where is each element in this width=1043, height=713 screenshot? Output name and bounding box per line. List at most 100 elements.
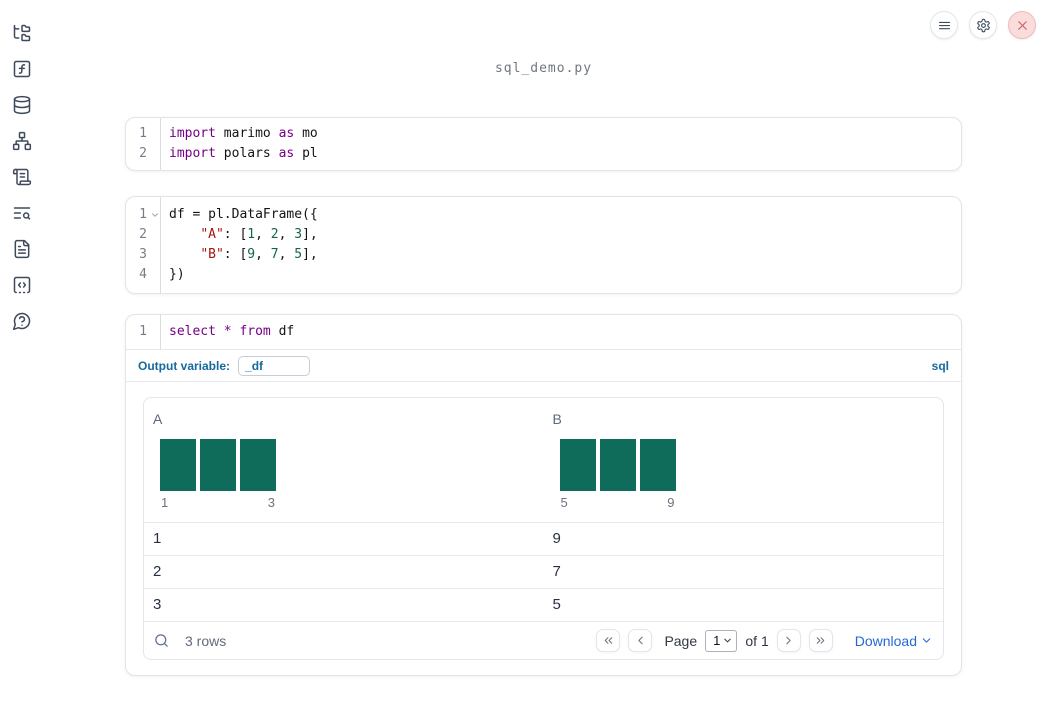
table-cell: 9 xyxy=(552,530,561,547)
output-variable-label: Output variable: xyxy=(138,358,231,373)
line-number: 1 xyxy=(139,126,147,141)
line-number: 3 xyxy=(139,247,147,262)
page-select-value: 1 xyxy=(713,633,721,648)
text-search-icon xyxy=(12,203,32,223)
dependency-graph-button[interactable] xyxy=(12,131,32,151)
help-chat-icon xyxy=(12,311,32,331)
logs-button[interactable] xyxy=(12,167,32,187)
notebook-main: sql_demo.py 12 import marimo as mo import… xyxy=(44,0,1043,701)
line-number: 2 xyxy=(139,146,147,161)
code-content[interactable]: select * from df xyxy=(161,315,961,349)
chevrons-left-icon xyxy=(602,634,615,647)
table-body: 192735 xyxy=(144,522,943,621)
chevron-left-icon xyxy=(634,634,647,647)
first-page-button[interactable] xyxy=(596,629,621,652)
column-histogram xyxy=(160,439,544,491)
previous-page-button[interactable] xyxy=(628,629,653,652)
last-page-button[interactable] xyxy=(808,629,833,652)
table-header: A 1 3 B 5 9 xyxy=(144,398,943,522)
code-content[interactable]: import marimo as mo import polars as pl xyxy=(161,118,961,170)
variables-button[interactable] xyxy=(12,59,32,79)
chevron-down-icon xyxy=(920,634,933,647)
histogram-bar xyxy=(160,439,196,491)
column-header-a: A 1 3 xyxy=(144,411,544,510)
chevron-right-icon xyxy=(782,634,795,647)
cell-list: 12 import marimo as mo import polars as p… xyxy=(125,117,962,676)
data-sources-button[interactable] xyxy=(12,95,32,115)
sql-cell-footer: Output variable: sql xyxy=(126,349,961,382)
code-content[interactable]: df = pl.DataFrame({ "A": [1, 2, 3], "B":… xyxy=(161,197,961,293)
snippets-button[interactable] xyxy=(12,275,32,295)
histogram-bar xyxy=(559,439,596,491)
search-icon xyxy=(153,632,170,649)
page-select[interactable]: 1 xyxy=(705,629,738,652)
table-cell: 3 xyxy=(153,596,162,613)
table-row[interactable]: 19 xyxy=(144,522,943,555)
chevrons-right-icon xyxy=(814,634,827,647)
code-line: import polars as pl xyxy=(169,146,318,161)
histogram-bar xyxy=(639,439,676,491)
row-count-label: 3 rows xyxy=(185,632,227,649)
histogram-max-label: 9 xyxy=(667,495,675,510)
column-sort-label[interactable]: B xyxy=(553,411,562,427)
code-snippet-icon xyxy=(12,275,32,295)
table-cell: 2 xyxy=(153,563,162,580)
code-editor[interactable]: 1 2 3 4 df = pl.DataFrame({ "A": [1, 2, 3],… xyxy=(126,197,961,293)
scroll-text-icon xyxy=(12,167,32,187)
column-header-b: B 5 9 xyxy=(544,411,944,510)
sql-cell: 1 select * from df Output variable: sql … xyxy=(125,314,962,676)
code-editor[interactable]: 12 import marimo as mo import polars as p… xyxy=(126,118,961,170)
line-number: 2 xyxy=(139,227,147,242)
table-of-contents-button[interactable] xyxy=(12,203,32,223)
line-number: 1 xyxy=(126,205,160,225)
histogram-max-label: 3 xyxy=(267,495,275,510)
notebook-filename[interactable]: sql_demo.py xyxy=(44,61,1043,77)
pagination: Page 1 of 1 Download xyxy=(596,629,933,652)
code-line: import marimo as mo xyxy=(169,126,318,141)
helper-sidebar xyxy=(0,0,44,713)
histogram-min-label: 5 xyxy=(560,495,568,510)
histogram-bar xyxy=(240,439,276,491)
line-number-gutter: 12 xyxy=(126,118,161,170)
file-text-icon xyxy=(12,239,32,259)
code-editor[interactable]: 1 select * from df xyxy=(126,315,961,349)
table-row[interactable]: 27 xyxy=(144,555,943,588)
output-variable-input[interactable] xyxy=(238,355,311,376)
table-footer: 3 rows Page 1 of 1 Download xyxy=(144,621,943,659)
histogram-bar xyxy=(200,439,236,491)
page-label: Page xyxy=(664,632,698,649)
table-row[interactable]: 35 xyxy=(144,588,943,621)
table-search-button[interactable] xyxy=(153,632,170,649)
table-cell: 1 xyxy=(153,530,162,547)
download-button[interactable]: Download xyxy=(855,633,933,649)
table-cell: 5 xyxy=(552,596,561,613)
code-line: "A": [1, 2, 3], xyxy=(200,227,318,242)
sql-language-badge: sql xyxy=(931,358,949,373)
table-cell: 7 xyxy=(552,563,561,580)
download-label: Download xyxy=(854,632,917,649)
dataframe-table: A 1 3 B 5 9 1 9 2 7 3 5 3 rows Page 1 of… xyxy=(143,397,944,660)
help-button[interactable] xyxy=(12,311,32,331)
code-line: "B": [9, 7, 5], xyxy=(200,247,318,262)
file-explorer-button[interactable] xyxy=(12,23,32,43)
code-line: }) xyxy=(169,267,185,282)
line-number-gutter: 1 2 3 4 xyxy=(126,197,161,293)
line-number: 1 xyxy=(139,324,147,339)
fold-chevron-icon[interactable] xyxy=(150,210,160,220)
function-square-icon xyxy=(12,59,32,79)
cell-output: A 1 3 B 5 9 1 9 2 7 3 5 3 rows Page 1 of… xyxy=(126,382,961,675)
histogram-bar xyxy=(599,439,636,491)
line-number-gutter: 1 xyxy=(126,315,161,349)
histogram-min-label: 1 xyxy=(161,495,169,510)
code-line: df = pl.DataFrame({ xyxy=(169,207,318,222)
database-icon xyxy=(12,95,32,115)
page-total-label: of 1 xyxy=(745,632,769,649)
code-cell-imports: 12 import marimo as mo import polars as p… xyxy=(125,117,962,171)
documentation-button[interactable] xyxy=(12,239,32,259)
column-histogram xyxy=(559,439,944,491)
code-line: select * from df xyxy=(169,324,295,339)
next-page-button[interactable] xyxy=(776,629,801,652)
column-sort-label[interactable]: A xyxy=(153,411,162,427)
line-number: 4 xyxy=(139,267,147,282)
chevron-down-icon xyxy=(722,635,733,646)
